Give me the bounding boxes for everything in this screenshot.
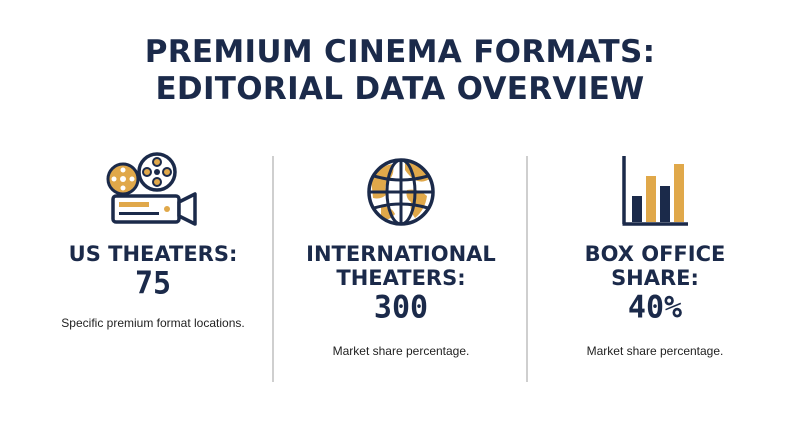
stat-box-office-share: BOX OFFICE SHARE: 40% Market share perce… [528, 148, 782, 358]
bar-chart-icon [622, 156, 688, 226]
stat-label: INTERNATIONAL THEATERS: [306, 242, 496, 290]
page-title: PREMIUM CINEMA FORMATS: EDITORIAL DATA O… [0, 34, 800, 108]
stat-international-theaters: INTERNATIONAL THEATERS: 300 Market share… [274, 148, 528, 358]
globe-icon [367, 158, 435, 226]
stat-description: Market share percentage. [586, 344, 724, 358]
stat-label: BOX OFFICE SHARE: [584, 242, 726, 290]
title-line-2: EDITORIAL DATA OVERVIEW [155, 71, 645, 107]
title-line-1: PREMIUM CINEMA FORMATS: [144, 34, 656, 70]
stat-value: 300 [373, 289, 429, 326]
stat-description: Market share percentage. [332, 344, 470, 358]
stat-value: 40% [627, 289, 683, 326]
stat-label: US THEATERS: [68, 242, 238, 266]
stat-us-theaters: US THEATERS: 75 Specific premium format … [26, 148, 280, 330]
stat-value: 75 [134, 265, 172, 302]
film-camera-icon [106, 152, 197, 226]
stat-description: Specific premium format locations. [61, 316, 245, 330]
